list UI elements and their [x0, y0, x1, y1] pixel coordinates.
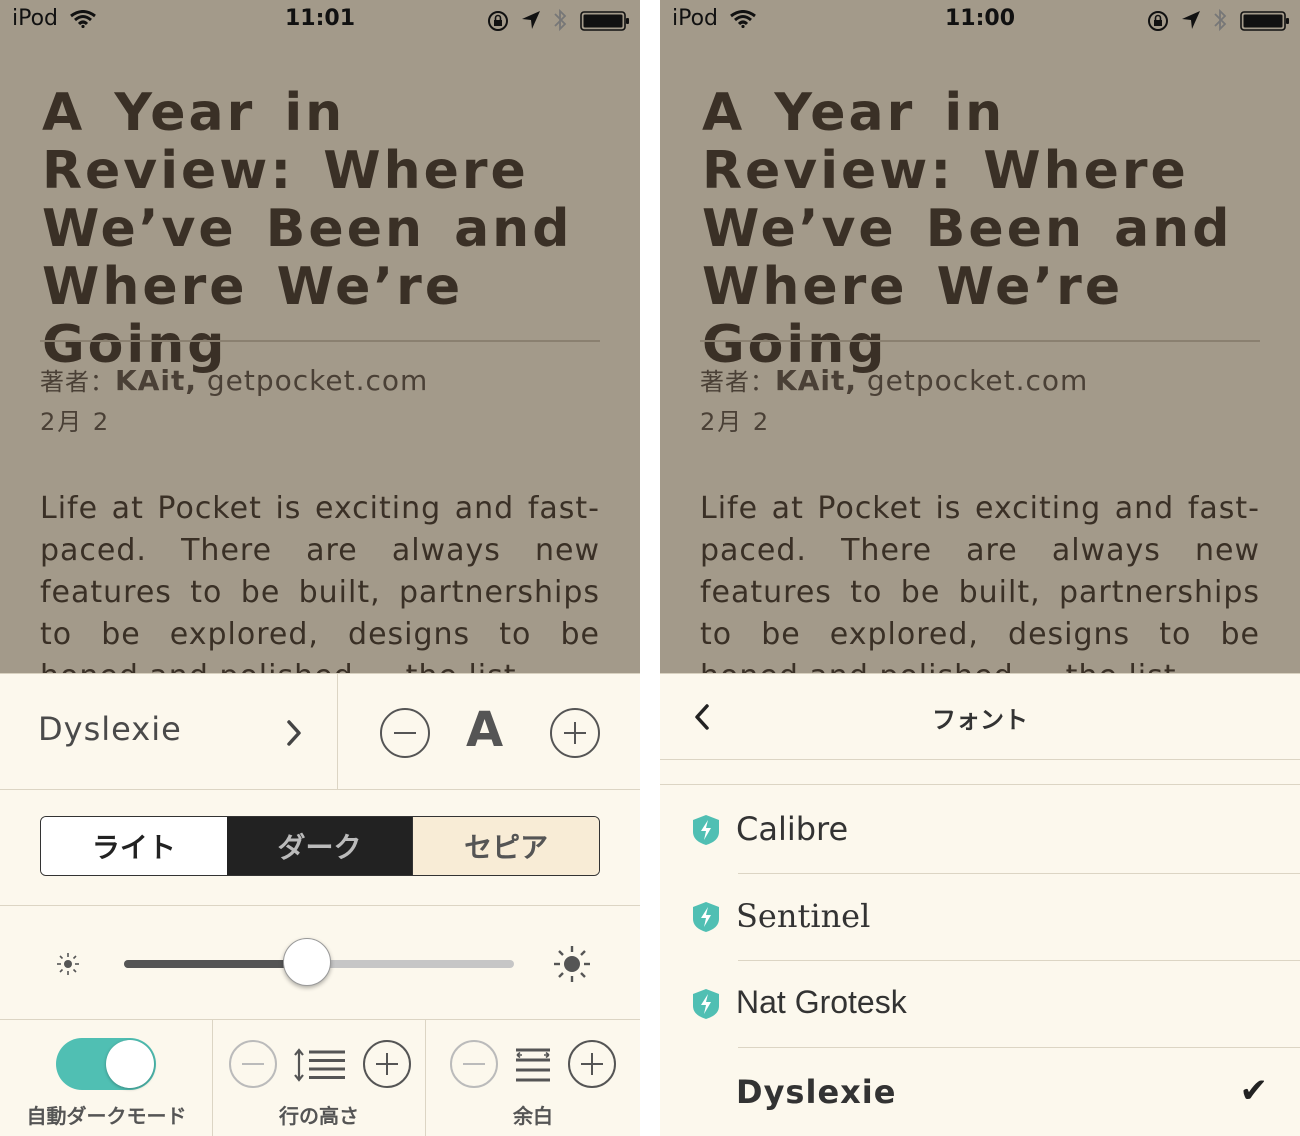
- brightness-row: [0, 906, 640, 1020]
- font-option-sentinel[interactable]: Sentinel: [660, 873, 1300, 961]
- font-option-dyslexie[interactable]: Dyslexie ✔: [660, 1049, 1300, 1136]
- minus-icon: [242, 1063, 264, 1065]
- title-divider: [700, 340, 1260, 342]
- current-font-label: Dyslexie: [38, 710, 182, 748]
- line-height-icon: [294, 1048, 345, 1082]
- font-option-calibre[interactable]: Calibre: [660, 786, 1300, 874]
- margin-label: 余白: [513, 1104, 553, 1128]
- line-height-label: 行の高さ: [279, 1104, 359, 1128]
- phone-screen-display-settings: iPod 11:01 A Year in Review: Where We’ve…: [0, 0, 640, 1136]
- brightness-slider-thumb[interactable]: [283, 938, 332, 986]
- font-option-label: Sentinel: [736, 897, 871, 935]
- font-option-nat-grotesk[interactable]: Nat Grotesk: [660, 960, 1300, 1048]
- byline-author: KAit,: [775, 364, 857, 397]
- increase-line-height-button[interactable]: [363, 1040, 411, 1088]
- article-date: 2月 2: [700, 408, 771, 436]
- battery-icon: [1240, 11, 1289, 31]
- theme-segmented-control: ライト ダーク セピア: [40, 816, 600, 876]
- article-body: Life at Pocket is exciting and fast-pace…: [700, 491, 1260, 673]
- brightness-high-icon: [554, 946, 590, 982]
- article-view: iPod 11:00 A Year in Review: Where We’ve…: [660, 0, 1300, 673]
- row-divider: [738, 1047, 1300, 1048]
- minus-icon: [394, 732, 416, 734]
- clock: 11:00: [944, 6, 1016, 31]
- chevron-right-icon: [287, 720, 301, 746]
- decrease-font-size-button[interactable]: [380, 708, 430, 758]
- font-option-label: Nat Grotesk: [736, 984, 907, 1020]
- auto-dark-mode-toggle[interactable]: [56, 1038, 156, 1090]
- article-byline: 著者：KAit, getpocket.com: [700, 362, 1088, 397]
- decrease-line-height-button[interactable]: [229, 1040, 277, 1088]
- title-divider: [40, 340, 600, 342]
- theme-light-button[interactable]: ライト: [41, 817, 227, 875]
- font-size-indicator: A: [466, 702, 504, 758]
- article-byline: 著者：KAit, getpocket.com: [40, 362, 428, 397]
- status-bar: iPod 11:00: [660, 0, 1300, 40]
- article-title: A Year in Review: Where We’ve Been and W…: [42, 83, 573, 375]
- theme-row: ライト ダーク セピア: [0, 790, 640, 906]
- increase-margin-button[interactable]: [568, 1040, 616, 1088]
- premium-badge-icon: [693, 902, 719, 932]
- plus-icon-v: [591, 1053, 593, 1075]
- byline-source: getpocket.com: [206, 364, 429, 397]
- font-picker-header: フォント: [660, 674, 1300, 760]
- brightness-low-icon: [57, 953, 79, 975]
- article-date: 2月 2: [40, 408, 111, 436]
- theme-sepia-button[interactable]: セピア: [412, 817, 599, 875]
- list-top-divider: [660, 784, 1300, 785]
- premium-badge-icon: [693, 989, 719, 1019]
- font-select-button[interactable]: Dyslexie: [0, 674, 338, 790]
- clock: 11:01: [284, 6, 356, 31]
- battery-icon: [580, 11, 629, 31]
- margin-icon: [516, 1048, 550, 1082]
- theme-dark-button[interactable]: ダーク: [226, 817, 413, 875]
- font-picker-panel: フォント Calibre Sentinel Nat Grotesk Dyslex…: [660, 673, 1300, 1136]
- byline-prefix: 著者：: [40, 368, 115, 396]
- font-row: Dyslexie A: [0, 674, 640, 790]
- auto-dark-mode-cell: 自動ダークモード: [0, 1020, 213, 1136]
- byline-prefix: 著者：: [700, 368, 775, 396]
- checkmark-icon: ✔: [1239, 1071, 1269, 1111]
- location-arrow-icon: [522, 11, 540, 29]
- article-title: A Year in Review: Where We’ve Been and W…: [702, 83, 1233, 375]
- premium-badge-icon: [693, 815, 719, 845]
- font-option-label: Calibre: [736, 810, 849, 848]
- bluetooth-icon: [1214, 8, 1227, 32]
- phone-screen-font-picker: iPod 11:00 A Year in Review: Where We’ve…: [660, 0, 1300, 1136]
- auto-dark-mode-label: 自動ダークモード: [26, 1104, 187, 1128]
- font-picker-title: フォント: [932, 706, 1028, 734]
- decrease-margin-button[interactable]: [450, 1040, 498, 1088]
- location-arrow-icon: [1182, 11, 1200, 29]
- status-bar: iPod 11:01: [0, 0, 640, 40]
- font-option-label: Dyslexie: [736, 1073, 897, 1111]
- byline-author: KAit,: [115, 364, 197, 397]
- layout-options-row: 自動ダークモード 行の高さ 余白: [0, 1020, 640, 1136]
- rotation-lock-icon: [488, 11, 508, 31]
- toggle-knob: [106, 1040, 154, 1088]
- plus-icon-v: [574, 722, 576, 744]
- line-height-cell: 行の高さ: [213, 1020, 426, 1136]
- margin-cell: 余白: [426, 1020, 640, 1136]
- display-settings-panel: Dyslexie A ライト ダーク セピア 自動ダークモード 行の高さ 余白: [0, 673, 640, 1136]
- minus-icon: [463, 1063, 485, 1065]
- plus-icon-v: [386, 1053, 388, 1075]
- byline-source: getpocket.com: [866, 364, 1089, 397]
- bluetooth-icon: [554, 8, 567, 32]
- increase-font-size-button[interactable]: [550, 708, 600, 758]
- rotation-lock-icon: [1148, 11, 1168, 31]
- article-body: Life at Pocket is exciting and fast-pace…: [40, 491, 600, 673]
- brightness-slider-fill: [124, 960, 308, 968]
- article-view: iPod 11:01 A Year in Review: Where We’ve…: [0, 0, 640, 673]
